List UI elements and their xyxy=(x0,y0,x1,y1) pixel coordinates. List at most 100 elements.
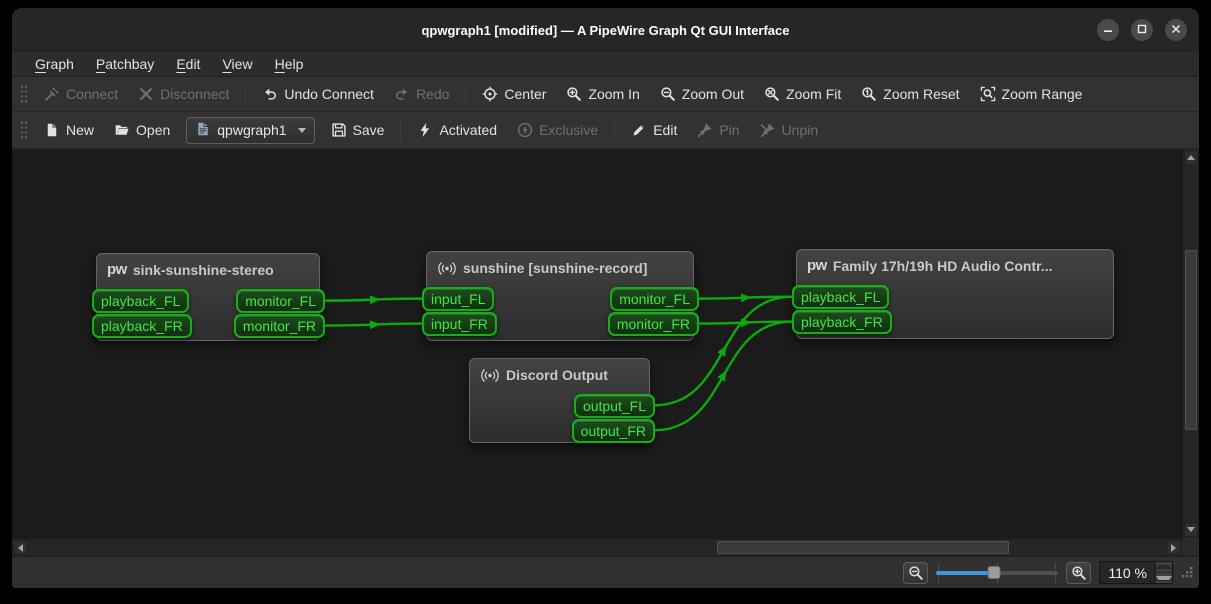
connection-sunshine-monitor_FL-to-family-playback_FL[interactable] xyxy=(698,297,793,299)
scroll-up-button[interactable] xyxy=(1184,150,1198,165)
connections-layer xyxy=(12,149,1199,556)
connection-sink-monitor_FR-to-sunshine-input_FR[interactable] xyxy=(325,324,424,326)
sink-port-playback_FL[interactable]: playback_FL xyxy=(92,289,189,313)
zoom-slider[interactable] xyxy=(936,562,1058,584)
exclusive-icon xyxy=(517,122,533,138)
connect-button[interactable]: Connect xyxy=(34,82,128,106)
menu-graph[interactable]: Graph xyxy=(24,54,85,74)
edit-button[interactable]: Edit xyxy=(621,118,687,142)
connection-arrow-icon xyxy=(741,318,751,327)
family-port-playback_FR[interactable]: playback_FR xyxy=(792,310,892,334)
menu-edit[interactable]: Edit xyxy=(165,54,211,74)
statusbar: 110 % xyxy=(12,557,1199,588)
node-sink[interactable]: pwsink-sunshine-stereoplayback_FLplaybac… xyxy=(96,253,320,341)
resize-grip[interactable] xyxy=(1181,566,1194,584)
zoom-out-button[interactable] xyxy=(903,562,928,584)
node-title: sunshine [sunshine-record] xyxy=(427,252,693,282)
node-title-text: sunshine [sunshine-record] xyxy=(463,260,647,276)
minimize-icon xyxy=(1103,21,1113,39)
open-button[interactable]: Open xyxy=(104,118,180,142)
zoom-fit-icon xyxy=(764,86,780,102)
connection-sunshine-monitor_FR-to-family-playback_FR[interactable] xyxy=(698,322,793,324)
sunshine-port-input_FR[interactable]: input_FR xyxy=(422,312,497,336)
toolbar-main-button-label: Redo xyxy=(416,86,449,102)
zoom-in-button[interactable] xyxy=(1066,562,1091,584)
new-button[interactable]: New xyxy=(34,118,104,142)
center-button[interactable]: Center xyxy=(472,82,556,106)
scroll-right-button[interactable] xyxy=(1166,540,1181,555)
scroll-left-button[interactable] xyxy=(13,540,28,555)
graph-canvas[interactable]: pwsink-sunshine-stereoplayback_FLplaybac… xyxy=(12,149,1199,557)
sink-port-monitor_FL[interactable]: monitor_FL xyxy=(236,289,325,313)
sunshine-port-input_FL[interactable]: input_FL xyxy=(422,287,494,311)
disconnect-button[interactable]: Disconnect xyxy=(128,82,239,106)
activated-button[interactable]: Activated xyxy=(407,118,507,142)
maximize-button[interactable] xyxy=(1131,19,1153,41)
zoom-range-icon xyxy=(980,86,996,102)
left-arrow-icon xyxy=(18,544,23,552)
node-discord[interactable]: Discord Outputoutput_FLoutput_FR xyxy=(469,358,650,443)
close-button[interactable] xyxy=(1165,19,1187,41)
up-arrow-icon xyxy=(1187,155,1195,160)
zoom-value: 110 % xyxy=(1100,562,1155,583)
slider-handle[interactable] xyxy=(987,566,1000,579)
node-title: pwsink-sunshine-stereo xyxy=(97,254,319,284)
zoom-spinbox[interactable]: 110 % xyxy=(1099,561,1173,584)
toolbar-main-separator xyxy=(245,83,246,105)
connection-arrow-icon xyxy=(741,293,751,302)
minimize-button[interactable] xyxy=(1097,19,1119,41)
toolbar-main: Connect Disconnect Undo Connect Redo Center Z… xyxy=(12,77,1199,112)
titlebar[interactable]: qpwgraph1 [modified] — A PipeWire Graph … xyxy=(12,8,1199,52)
save-icon xyxy=(331,122,347,138)
toolbar-patchbay-button-label: Pin xyxy=(719,122,739,138)
sink-port-playback_FR[interactable]: playback_FR xyxy=(92,314,192,338)
sunshine-port-monitor_FL[interactable]: monitor_FL xyxy=(610,287,699,311)
discord-port-output_FL[interactable]: output_FL xyxy=(574,394,655,418)
patchbay-profile-combobox[interactable]: qpwgraph1 xyxy=(186,117,314,144)
center-icon xyxy=(482,86,498,102)
spin-up-button[interactable] xyxy=(1156,562,1172,573)
zoom-reset-button[interactable]: Zoom Reset xyxy=(851,82,969,106)
toolbar-main-button-label: Zoom Fit xyxy=(786,86,841,102)
sunshine-port-monitor_FR[interactable]: monitor_FR xyxy=(608,312,699,336)
node-title-text: Discord Output xyxy=(506,367,608,383)
pin-button[interactable]: Pin xyxy=(687,118,749,142)
toolbar-patchbay: New Open qpwgraph1 Save ActivatedExclusive Ed… xyxy=(12,112,1199,149)
redo-button[interactable]: Redo xyxy=(384,82,459,106)
unpin-button[interactable]: Unpin xyxy=(750,118,829,142)
scrollbar-corner xyxy=(1182,538,1199,556)
horizontal-scroll-thumb[interactable] xyxy=(717,541,1009,554)
exclusive-button[interactable]: Exclusive xyxy=(507,118,608,142)
vertical-scroll-thumb[interactable] xyxy=(1185,250,1197,430)
zoom-range-button[interactable]: Zoom Range xyxy=(970,82,1093,106)
menu-patchbay[interactable]: Patchbay xyxy=(85,54,165,74)
toolbar-main-buttons: Connect Disconnect Undo Connect Redo Center Z… xyxy=(34,82,1092,106)
zoom-in-button[interactable]: Zoom In xyxy=(556,82,649,106)
zoom-out-button[interactable]: Zoom Out xyxy=(650,82,754,106)
connection-sink-monitor_FL-to-sunshine-input_FL[interactable] xyxy=(325,299,424,301)
scroll-down-button[interactable] xyxy=(1184,522,1198,537)
node-family[interactable]: pwFamily 17h/19h HD Audio Contr...playba… xyxy=(796,249,1114,339)
discord-port-output_FR[interactable]: output_FR xyxy=(572,419,655,443)
save-button[interactable]: Save xyxy=(321,118,395,142)
spin-down-button[interactable] xyxy=(1156,573,1172,583)
toolbar-main-button-label: Connect xyxy=(66,86,118,102)
toolbar-patchbay-button-label: Open xyxy=(136,122,170,138)
zoom-fit-button[interactable]: Zoom Fit xyxy=(754,82,851,106)
sink-port-monitor_FR[interactable]: monitor_FR xyxy=(234,314,325,338)
family-port-playback_FL[interactable]: playback_FL xyxy=(792,285,889,309)
slider-fill xyxy=(936,571,993,575)
vertical-scrollbar[interactable] xyxy=(1182,149,1199,538)
node-sunshine[interactable]: sunshine [sunshine-record]input_FLinput_… xyxy=(426,251,694,341)
menu-help[interactable]: Help xyxy=(264,54,315,74)
horizontal-scrollbar[interactable] xyxy=(12,538,1182,556)
menu-view[interactable]: View xyxy=(211,54,263,74)
toolbar-main-button-label: Center xyxy=(504,86,546,102)
toolbar-drag-handle[interactable] xyxy=(20,84,27,104)
toolbar-main-button-label: Zoom Range xyxy=(1002,86,1083,102)
toolbar-drag-handle[interactable] xyxy=(20,120,27,140)
toolbar-main-button-label: Disconnect xyxy=(160,86,229,102)
app-window: qpwgraph1 [modified] — A PipeWire Graph … xyxy=(12,8,1199,588)
undo-connect-button[interactable]: Undo Connect xyxy=(252,82,384,106)
menubar: GraphPatchbayEditViewHelp xyxy=(12,52,1199,77)
